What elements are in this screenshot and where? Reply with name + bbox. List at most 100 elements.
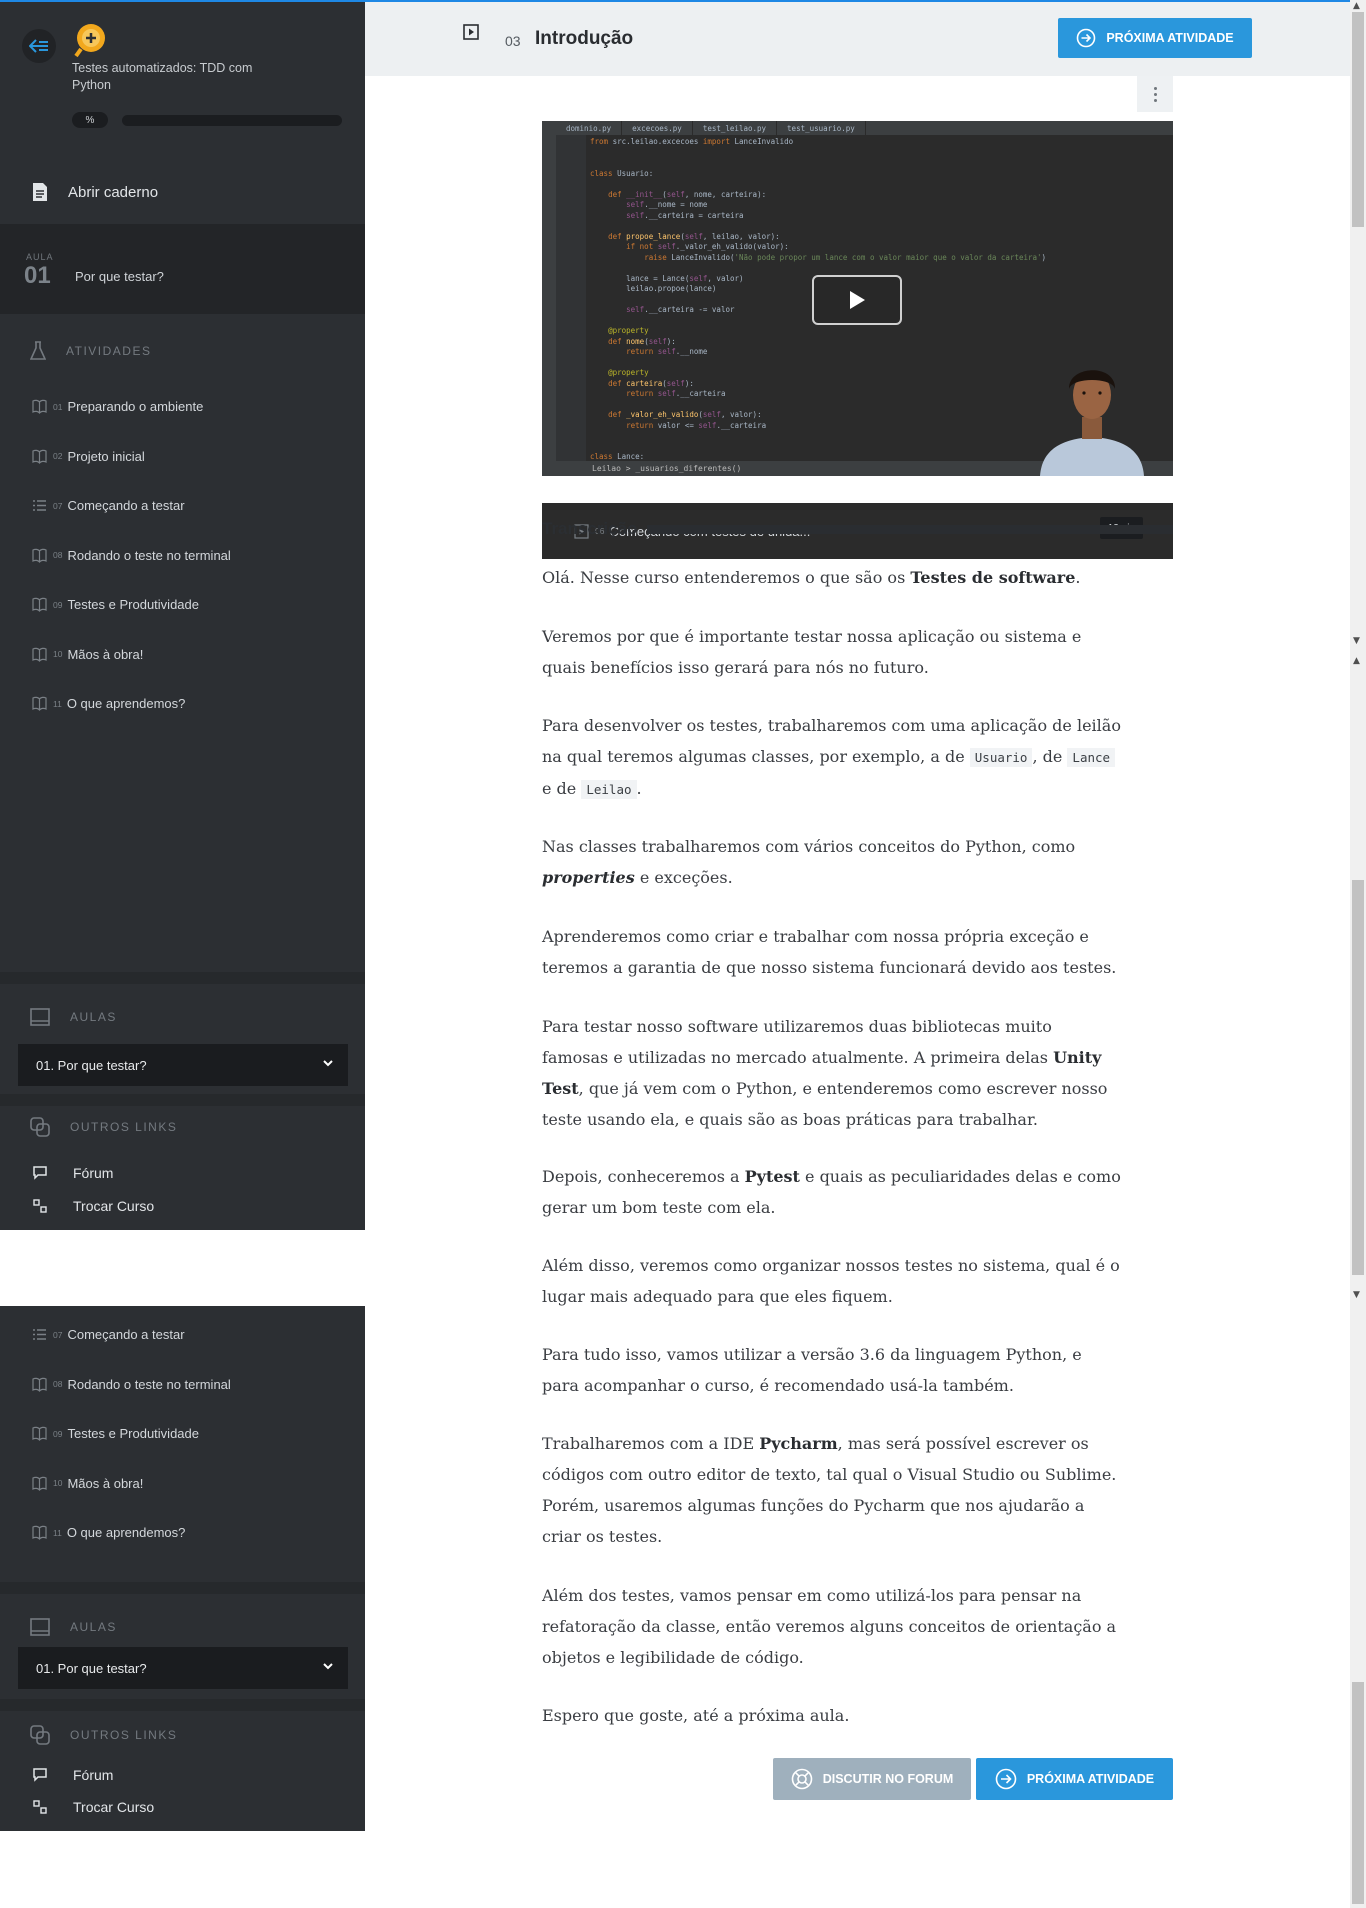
transcript-paragraph: Para tudo isso, vamos utilizar a versão … <box>542 1345 1082 1395</box>
text: , que já vem com o Python, e entenderemo… <box>542 1079 1108 1129</box>
progress-badge: % <box>72 112 108 128</box>
play-button[interactable] <box>812 275 902 325</box>
activity-item[interactable]: 02 Projeto inicial <box>0 432 365 482</box>
switch-course-link[interactable]: Trocar Curso <box>0 1191 365 1221</box>
lesson-select-value: 01. Por que testar? <box>36 1057 147 1073</box>
activities-header: ATIVIDADES <box>0 336 365 366</box>
book-icon <box>32 647 47 662</box>
sidebar-header: Testes automatizados: TDD com Python % <box>0 0 365 150</box>
course-title: Testes automatizados: TDD com Python <box>72 61 253 92</box>
aulas-header: AULAS <box>0 1612 365 1642</box>
text: Depois, conheceremos a <box>542 1167 745 1186</box>
activity-number: 08 <box>53 1379 63 1390</box>
sidebar: Testes automatizados: TDD com Python % A… <box>0 0 1173 1230</box>
activity-number: 01 <box>53 401 63 412</box>
lesson-select[interactable]: 01. Por que testar? <box>18 1044 348 1086</box>
other-links-header: OUTROS LINKS <box>0 1112 365 1142</box>
more-options-button[interactable] <box>1137 76 1173 112</box>
scroll-down-arrow[interactable]: ▼ <box>1353 1290 1360 1300</box>
book-icon <box>32 696 47 712</box>
open-notebook-link[interactable]: Abrir caderno <box>0 160 365 224</box>
activity-item[interactable]: 11 O que aprendemos? <box>0 1508 365 1558</box>
lesson-label: AULA <box>26 252 54 262</box>
transcript-header: Transcrição <box>542 517 1173 541</box>
activity-item[interactable]: 10 Mãos à obra! <box>0 1459 365 1509</box>
scroll-up-arrow[interactable]: ▲ <box>1353 656 1360 666</box>
activity-item[interactable]: 10 Mãos à obra! <box>0 630 365 680</box>
next-activity-button-bottom[interactable]: PRÓXIMA ATIVIDADE <box>976 1758 1173 1800</box>
scrollbar-thumb[interactable] <box>1352 880 1364 1275</box>
scrollbar-thumb[interactable] <box>1352 1682 1364 1904</box>
links-icon <box>30 1725 50 1745</box>
book-icon <box>32 449 47 464</box>
activity-number: 09 <box>53 1428 63 1439</box>
video-player[interactable]: dominio.py excecoes.py test_leilao.py test_… <box>542 121 1173 476</box>
activity-item[interactable]: 07 Começando a testar <box>0 481 365 531</box>
transcript-paragraph: Espero que goste, até a próxima aula. <box>542 1706 850 1725</box>
text-bold: Pycharm <box>759 1434 838 1453</box>
aulas-header-label: AULAS <box>70 1620 117 1634</box>
activity-item[interactable]: 08 Rodando o teste no terminal <box>0 531 365 581</box>
activity-name: Projeto inicial <box>67 448 145 464</box>
section-divider <box>0 1582 365 1594</box>
activity-item[interactable]: 01 Preparando o ambiente <box>0 382 365 432</box>
activity-item[interactable]: 08 Rodando o teste no terminal <box>0 1360 365 1410</box>
next-activity-button[interactable]: PRÓXIMA ATIVIDADE <box>1058 18 1252 58</box>
transcript-title-bar <box>647 524 1173 534</box>
inline-code: Usuario <box>969 748 1033 767</box>
transcript-paragraph: Veremos por que é importante testar noss… <box>542 627 1082 677</box>
transcript-paragraph: Olá. Nesse curso entenderemos o que são … <box>542 562 1122 593</box>
activity-header: 03 Introdução PRÓXIMA ATIVIDADE <box>365 2 1350 76</box>
book-icon <box>32 597 47 613</box>
forum-link-label: Fórum <box>73 1165 114 1181</box>
aulas-header-label: AULAS <box>70 1010 117 1024</box>
activity-name: Mãos à obra! <box>67 646 144 662</box>
activity-name: Rodando o teste no terminal <box>67 1376 231 1392</box>
forum-link[interactable]: Fórum <box>0 1158 365 1188</box>
activity-list: 01 Preparando o ambiente 02 Projeto inicial… <box>0 382 1173 729</box>
progress-bar <box>122 115 342 126</box>
scrollbar-thumb[interactable] <box>1352 12 1364 227</box>
activity-item[interactable]: 09 Testes e Produtividade <box>0 580 365 630</box>
discuss-forum-button[interactable]: DISCUTIR NO FORUM <box>773 1758 971 1800</box>
scroll-down-arrow[interactable]: ▼ <box>1353 636 1360 646</box>
inline-code: Leilao <box>581 780 637 799</box>
activity-name: Mãos à obra! <box>67 1475 144 1491</box>
transcript-paragraph: Nas classes trabalharemos com vários con… <box>542 831 1122 893</box>
transcript-paragraph: Além dos testes, vamos pensar em como ut… <box>542 1586 1117 1667</box>
lesson-select[interactable]: 01. Por que testar? <box>18 1647 348 1689</box>
switch-course-link[interactable]: Trocar Curso <box>0 1792 365 1822</box>
next-activity-label: PRÓXIMA ATIVIDADE <box>1106 31 1234 45</box>
lessons-icon <box>30 1618 50 1636</box>
activity-item[interactable]: 09 Testes e Produtividade <box>0 1409 365 1459</box>
activity-item[interactable]: 07 Começando a testar <box>0 1310 365 1360</box>
arrow-circle-right-icon <box>995 1768 1017 1790</box>
activity-item[interactable]: 11 O que aprendemos? <box>0 679 365 729</box>
activity-name: Rodando o teste no terminal <box>67 547 231 563</box>
flask-icon <box>30 341 46 360</box>
play-icon <box>850 291 865 309</box>
activity-number: 07 <box>53 500 63 511</box>
book-icon <box>32 1476 47 1491</box>
links-icon <box>30 1117 50 1137</box>
top-accent-bar <box>0 0 1350 2</box>
text: e exceções. <box>634 868 733 887</box>
text: Para testar nosso software utilizaremos … <box>542 1017 1054 1067</box>
notebook-icon <box>33 183 47 201</box>
activity-number: 11 <box>53 1527 62 1538</box>
scroll-up-arrow[interactable]: ▲ <box>1353 1 1360 11</box>
back-arrow-icon <box>29 39 48 53</box>
activity-title: Introdução <box>535 28 634 49</box>
text: . <box>636 779 642 798</box>
section-divider <box>0 1699 365 1711</box>
text: e de <box>542 779 582 798</box>
inline-code: Lance <box>1067 748 1116 767</box>
next-activity-label-bottom: PRÓXIMA ATIVIDADE <box>1026 1772 1155 1786</box>
text-bold: Pytest <box>744 1167 800 1186</box>
book-icon <box>32 1377 47 1392</box>
back-button[interactable] <box>22 29 56 63</box>
forum-link[interactable]: Fórum <box>0 1760 365 1790</box>
chevron-down-icon <box>323 1663 333 1670</box>
lifebuoy-icon <box>791 1768 813 1790</box>
kebab-dot <box>1153 92 1157 96</box>
